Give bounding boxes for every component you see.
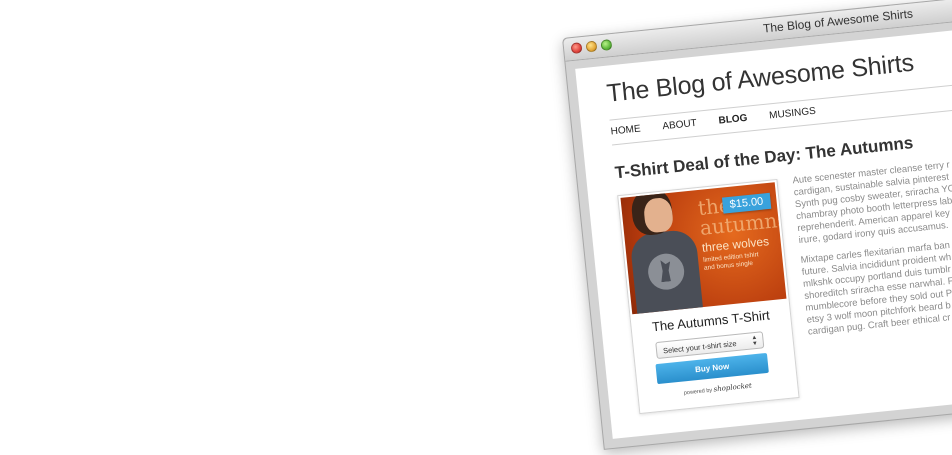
nav-item-home[interactable]: HOME — [610, 124, 641, 138]
shoplocket-logo[interactable]: shoplocket — [713, 382, 752, 394]
zoom-window-button[interactable] — [600, 39, 613, 52]
post-paragraph-2: Mixtape carles flexitarian marfa ban fut… — [800, 231, 952, 339]
nav-item-about[interactable]: ABOUT — [662, 118, 697, 132]
product-widget: the autumns three wolves limited edition… — [617, 178, 800, 415]
model-head-graphic — [642, 196, 675, 234]
post-paragraph-1: Aute scenester master cleanse terry r ca… — [792, 151, 952, 247]
close-window-button[interactable] — [570, 42, 583, 55]
nav-item-musings[interactable]: MUSINGS — [769, 106, 817, 122]
window-title: The Blog of Awesome Shirts — [762, 6, 914, 36]
buy-now-button[interactable]: Buy Now — [655, 352, 769, 385]
nav-item-blog[interactable]: BLOG — [718, 113, 748, 127]
size-select-value: Select your t-shirt size — [662, 338, 737, 356]
powered-by-label: powered by — [683, 387, 713, 397]
window-controls — [570, 39, 613, 55]
browser-window: The Blog of Awesome Shirts The Blog of A… — [562, 0, 952, 450]
product-image[interactable]: the autumns three wolves limited edition… — [620, 182, 787, 315]
main-nav: HOME ABOUT BLOG MUSINGS — [610, 106, 816, 138]
web-page: The Blog of Awesome Shirts HOME ABOUT BL… — [575, 25, 952, 439]
minimize-window-button[interactable] — [585, 40, 598, 53]
select-arrows-icon: ▲ ▼ — [751, 334, 759, 348]
site-title[interactable]: The Blog of Awesome Shirts — [605, 49, 915, 109]
screenshot-stage: The Blog of Awesome Shirts The Blog of A… — [0, 0, 952, 455]
